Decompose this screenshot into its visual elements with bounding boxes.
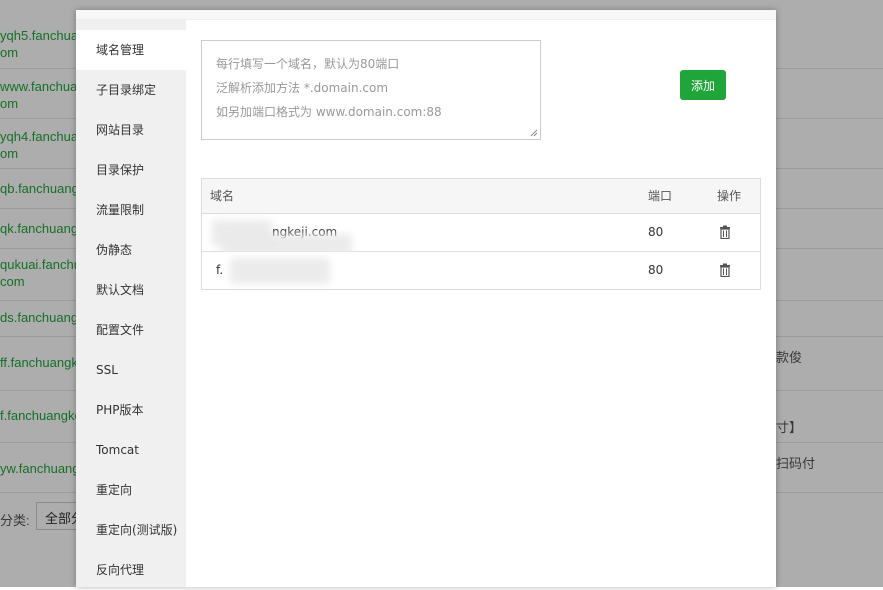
table-row: f. 80 bbox=[202, 252, 760, 289]
sidebar-item-domain-management[interactable]: 域名管理 bbox=[76, 30, 186, 70]
sidebar-item-reverse-proxy[interactable]: 反向代理 bbox=[76, 550, 186, 590]
add-domain-button[interactable]: 添加 bbox=[680, 70, 726, 100]
sidebar-item-tomcat[interactable]: Tomcat bbox=[76, 430, 186, 470]
sidebar-item-config-file[interactable]: 配置文件 bbox=[76, 310, 186, 350]
sidebar-item-default-document[interactable]: 默认文档 bbox=[76, 270, 186, 310]
redacted-block bbox=[230, 258, 330, 284]
modal-title-bar bbox=[76, 10, 776, 20]
column-header-port: 端口 bbox=[648, 189, 673, 203]
placeholder-line: 如另加端口格式为 www.domain.com:88 bbox=[216, 105, 442, 119]
column-header-domain: 域名 bbox=[210, 189, 235, 203]
settings-sidebar: 域名管理 子目录绑定 网站目录 目录保护 流量限制 伪静态 默认文档 配置文件 … bbox=[76, 20, 186, 587]
sidebar-item-subdirectory-binding[interactable]: 子目录绑定 bbox=[76, 70, 186, 110]
trash-icon[interactable] bbox=[719, 225, 731, 239]
sidebar-item-php-version[interactable]: PHP版本 bbox=[76, 390, 186, 430]
sidebar-item-redirect[interactable]: 重定向 bbox=[76, 470, 186, 510]
placeholder-line: 泛解析添加方法 *.domain.com bbox=[216, 81, 389, 95]
domain-input-textarea[interactable]: 每行填写一个域名，默认为80端口 泛解析添加方法 *.domain.com 如另… bbox=[201, 40, 541, 140]
sidebar-item-redirect-beta[interactable]: 重定向(测试版) bbox=[76, 510, 186, 550]
column-header-operation: 操作 bbox=[717, 189, 742, 203]
domain-management-panel: 每行填写一个域名，默认为80端口 泛解析添加方法 *.domain.com 如另… bbox=[186, 20, 776, 587]
domain-cell: f. bbox=[216, 263, 224, 277]
resize-handle-icon[interactable] bbox=[530, 129, 538, 137]
domain-table: 域名 端口 操作 ngkeji.com 80 f. 80 bbox=[201, 178, 761, 290]
placeholder-line: 每行填写一个域名，默认为80端口 bbox=[216, 57, 400, 71]
port-cell: 80 bbox=[648, 225, 664, 239]
trash-icon[interactable] bbox=[719, 263, 731, 277]
site-settings-modal: 域名管理 子目录绑定 网站目录 目录保护 流量限制 伪静态 默认文档 配置文件 … bbox=[76, 10, 776, 587]
sidebar-item-rewrite[interactable]: 伪静态 bbox=[76, 230, 186, 270]
sidebar-item-directory-protection[interactable]: 目录保护 bbox=[76, 150, 186, 190]
table-header: 域名 端口 操作 bbox=[202, 179, 760, 214]
sidebar-item-ssl[interactable]: SSL bbox=[76, 350, 186, 390]
port-cell: 80 bbox=[648, 263, 664, 277]
table-row: ngkeji.com 80 bbox=[202, 214, 760, 256]
sidebar-item-traffic-limit[interactable]: 流量限制 bbox=[76, 190, 186, 230]
sidebar-item-site-directory[interactable]: 网站目录 bbox=[76, 110, 186, 150]
